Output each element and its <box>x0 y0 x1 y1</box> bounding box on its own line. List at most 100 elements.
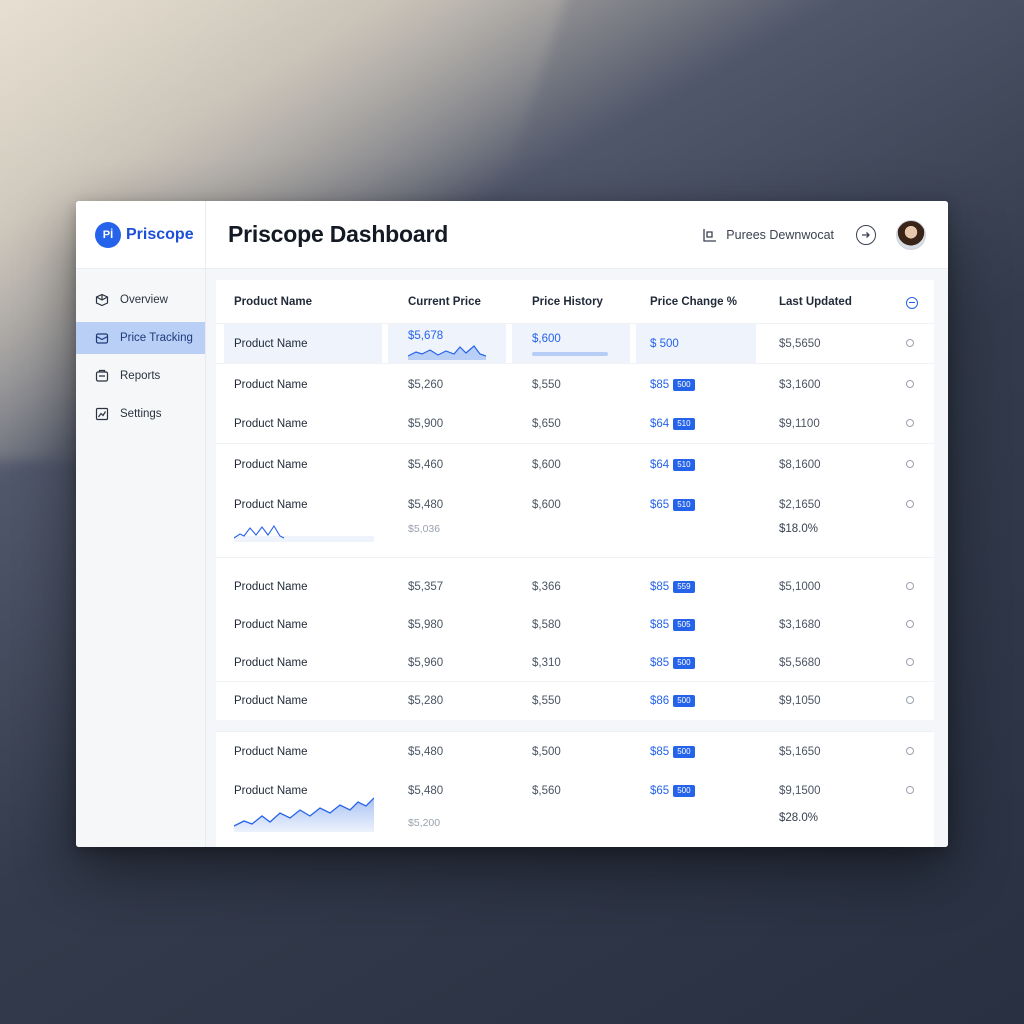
workspace-selector[interactable]: Purees Dewnwocat <box>702 227 834 243</box>
previous-price: $5,200 <box>408 817 441 829</box>
table-row[interactable]: Product Name $5,900 $,650 $64 510 $9,1100 <box>216 404 934 444</box>
change-badge: 500 <box>673 785 695 797</box>
last-updated: $9,1100 <box>779 417 820 430</box>
table-row[interactable]: Product Name $5,260 $,550 $85 500 $3,1600 <box>216 366 934 404</box>
last-updated: $5,1000 <box>779 581 821 593</box>
table-header: Product Name Current Price Price History… <box>216 280 934 324</box>
price-table: Product Name Current Price Price History… <box>216 280 934 720</box>
change-badge: 500 <box>673 746 695 758</box>
sidebar-item-overview[interactable]: Overview <box>76 284 205 316</box>
current-price: $5,357 <box>408 581 444 593</box>
price-change: $86 500 <box>650 695 695 707</box>
collapse-button[interactable] <box>906 294 918 309</box>
table-row[interactable]: Product Name $5,280 $,550 $86 500 $9,1050 <box>216 682 934 720</box>
row-select-radio[interactable] <box>906 746 914 758</box>
column-header[interactable]: Current Price <box>408 296 481 308</box>
product-name: Product Name <box>234 619 308 631</box>
table-row[interactable]: Product Name $5,980 $,580 $85 505 $3,1680 <box>216 606 934 644</box>
price-change: $85 500 <box>650 746 695 758</box>
price-history: $,600 <box>532 333 561 345</box>
avatar[interactable] <box>896 219 926 250</box>
column-header[interactable]: Price History <box>532 296 603 308</box>
table-row[interactable]: Product Name $5,960 $,310 $85 500 $5,5680 <box>216 644 934 682</box>
percent-change: $28.0% <box>779 812 819 824</box>
price-change: $85 500 <box>650 379 695 391</box>
product-name: Product Name <box>234 695 308 707</box>
sidebar-item-label: Overview <box>120 294 168 306</box>
price-history: $,500 <box>532 746 561 758</box>
sidebar: Pİ Priscope Overview Price Tracking Repo… <box>76 201 206 847</box>
price-history: $,560 <box>532 785 561 797</box>
brand-name: Priscope <box>126 225 194 243</box>
row-select-radio[interactable] <box>906 379 914 391</box>
price-change: $85 559 <box>650 581 695 593</box>
table-row[interactable]: Product Name $5,480 $5,200 $,560 $65 500 … <box>216 772 934 847</box>
row-select-radio[interactable] <box>906 657 914 669</box>
workspace-name: Purees Dewnwocat <box>726 227 834 242</box>
price-table-secondary: Product Name $5,480 $,500 $85 500 $5,1650… <box>216 732 934 847</box>
row-select-radio[interactable] <box>906 418 914 430</box>
price-change: $65 510 <box>650 499 695 511</box>
workspace-icon <box>703 228 717 242</box>
price-change: $65 500 <box>650 785 695 797</box>
change-badge: 510 <box>673 417 695 430</box>
price-history: $,550 <box>532 695 561 707</box>
row-select-radio[interactable] <box>906 785 914 797</box>
change-badge: 500 <box>673 656 695 669</box>
sidebar-item-settings[interactable]: Settings <box>76 398 205 430</box>
last-updated: $5,5650 <box>779 337 821 350</box>
price-history: $,600 <box>532 499 561 511</box>
product-name: Product Name <box>234 581 308 593</box>
price-history: $,550 <box>532 379 561 391</box>
trend-sparkline <box>234 797 374 832</box>
current-price: $5,460 <box>408 459 444 471</box>
row-select-radio[interactable] <box>906 459 914 471</box>
column-header[interactable]: Price Change % <box>650 296 737 308</box>
price-change: $ 500 <box>650 337 679 350</box>
price-change: $85 500 <box>650 656 695 669</box>
price-sparkline <box>408 345 486 360</box>
product-name: Product Name <box>234 417 308 430</box>
product-name: Product Name <box>234 746 308 758</box>
row-select-radio[interactable] <box>906 499 914 511</box>
column-header[interactable]: Product Name <box>234 296 312 308</box>
row-select-radio[interactable] <box>906 338 914 350</box>
last-updated: $9,1050 <box>779 695 821 707</box>
sidebar-item-price-tracking[interactable]: Price Tracking <box>76 322 205 354</box>
table-row[interactable]: Product Name $5,357 $,366 $85 559 $5,1000 <box>216 568 934 606</box>
price-change: $85 505 <box>650 619 695 631</box>
price-history: $,366 <box>532 581 561 593</box>
row-select-radio[interactable] <box>906 695 914 707</box>
sidebar-nav: Overview Price Tracking Reports Settings <box>76 269 205 430</box>
sidebar-item-label: Reports <box>120 370 161 382</box>
send-button[interactable] <box>856 224 876 245</box>
price-history: $,650 <box>532 417 561 430</box>
change-badge: 500 <box>673 695 695 707</box>
product-name: Product Name <box>234 379 308 391</box>
last-updated: $9,1500 <box>779 785 821 797</box>
row-select-radio[interactable] <box>906 581 914 593</box>
row-select-radio[interactable] <box>906 619 914 631</box>
price-history: $,600 <box>532 459 561 471</box>
last-updated: $8,1600 <box>779 459 821 471</box>
table-row[interactable]: Product Name $5,460 $,600 $64 510 $8,1600 <box>216 446 934 484</box>
sidebar-item-reports[interactable]: Reports <box>76 360 205 392</box>
table-row[interactable]: Product Name $5,678 $,600 $ 500 $5,5650 <box>216 324 934 364</box>
product-name: Product Name <box>234 459 308 471</box>
current-price: $5,260 <box>408 379 444 391</box>
last-updated: $3,1680 <box>779 619 821 631</box>
current-price: $5,960 <box>408 656 444 669</box>
last-updated: $5,1650 <box>779 746 821 758</box>
column-header[interactable]: Last Updated <box>779 296 852 308</box>
app-window: Pİ Priscope Overview Price Tracking Repo… <box>76 201 948 847</box>
report-icon <box>95 369 109 382</box>
brand[interactable]: Pİ Priscope <box>76 201 205 269</box>
product-name: Product Name <box>234 337 308 350</box>
settings-icon <box>95 407 109 421</box>
table-row[interactable]: Product Name $5,480 $5,036 $,600 $65 510 … <box>216 484 934 558</box>
current-price: $5,480 <box>408 499 444 511</box>
minus-circle-icon <box>906 296 918 309</box>
price-history: $,310 <box>532 656 561 669</box>
current-price: $5,678 <box>408 330 444 342</box>
table-row[interactable]: Product Name $5,480 $,500 $85 500 $5,1650 <box>216 732 934 772</box>
